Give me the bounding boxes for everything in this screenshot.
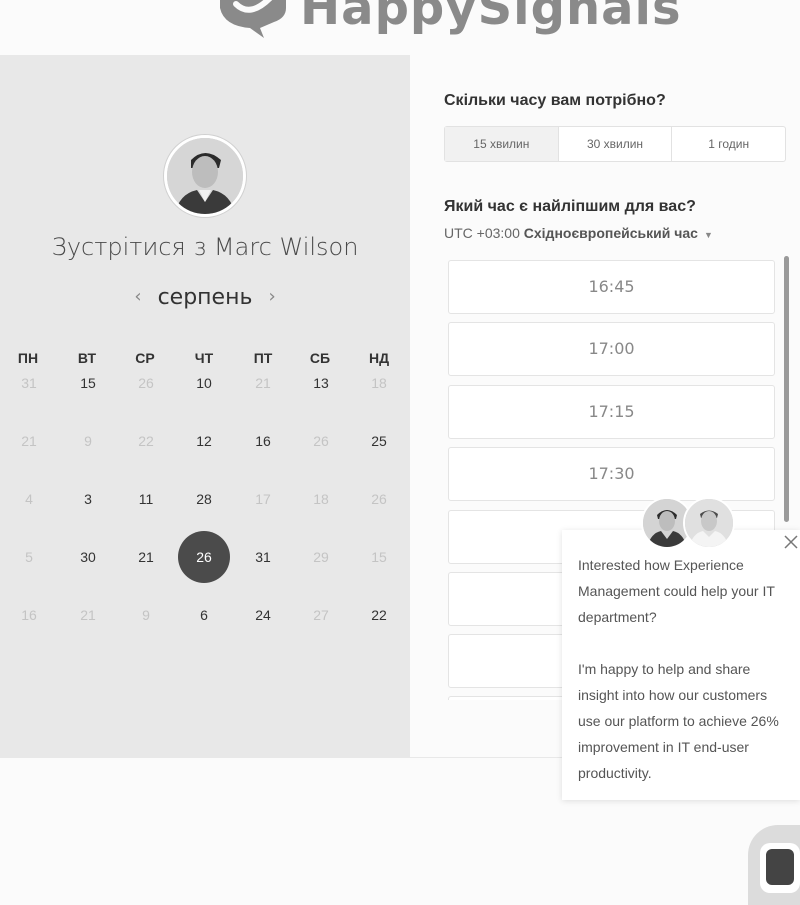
- caret-down-icon: ▼: [703, 230, 713, 240]
- calendar-day: 16: [21, 607, 37, 623]
- calendar-day: 4: [25, 491, 33, 507]
- duration-option-60[interactable]: 1 годин: [672, 127, 785, 161]
- timezone-offset: UTC +03:00: [444, 225, 520, 241]
- calendar-day[interactable]: 30: [62, 531, 114, 583]
- host-avatar: [164, 135, 246, 217]
- calendar-day: 29: [313, 549, 329, 565]
- popup-paragraph-1: Interested how Experience Management cou…: [578, 557, 775, 625]
- calendar-day: 18: [313, 491, 329, 507]
- calendar-day: 9: [84, 433, 92, 449]
- calendar-day[interactable]: 25: [353, 415, 405, 467]
- calendar-day[interactable]: 16: [237, 415, 289, 467]
- chat-launcher-button[interactable]: [748, 825, 800, 905]
- month-navigator: ‹ серпень ›: [0, 285, 410, 310]
- time-slot[interactable]: 17:00: [448, 322, 775, 376]
- time-heading: Який час є найліпшим для вас?: [444, 198, 696, 215]
- chat-icon: [760, 843, 800, 893]
- duration-selector: 15 хвилин 30 хвилин 1 годин: [444, 126, 786, 162]
- calendar-day: 9: [142, 607, 150, 623]
- time-slot[interactable]: 17:30: [448, 447, 775, 501]
- calendar-day[interactable]: 28: [178, 473, 230, 525]
- month-label: серпень: [157, 285, 253, 310]
- agent-avatar-2: [683, 497, 735, 549]
- calendar-day[interactable]: 24: [237, 589, 289, 641]
- calendar-day[interactable]: 13: [295, 357, 347, 409]
- next-month-button[interactable]: ›: [252, 286, 291, 307]
- calendar-day[interactable]: 11: [120, 473, 172, 525]
- calendar-day: 21: [80, 607, 96, 623]
- calendar-day: 22: [138, 433, 154, 449]
- timezone-name: Східноєвропейський час: [523, 225, 698, 241]
- calendar-day[interactable]: 12: [178, 415, 230, 467]
- calendar-day[interactable]: 21: [120, 531, 172, 583]
- calendar-day: 27: [313, 607, 329, 623]
- meeting-title: Зустрітися з Marc Wilson: [51, 233, 359, 261]
- calendar-day: 26: [371, 491, 387, 507]
- calendar-day[interactable]: 10: [178, 357, 230, 409]
- popup-message: Interested how Experience Management cou…: [578, 552, 793, 812]
- calendar-day: 18: [371, 375, 387, 391]
- calendar-day[interactable]: 22: [353, 589, 405, 641]
- prev-month-button[interactable]: ‹: [118, 286, 157, 307]
- speech-bubble-logo-icon: [220, 0, 286, 38]
- calendar-day: 5: [25, 549, 33, 565]
- brand-name: HappySignals: [300, 0, 682, 36]
- calendar-day: 17: [255, 491, 271, 507]
- calendar-day: 26: [313, 433, 329, 449]
- brand-logo: HappySignals: [0, 0, 800, 40]
- time-slot-scrollbar[interactable]: [784, 256, 789, 522]
- timezone-selector[interactable]: UTC +03:00 Східноєвропейський час ▼: [444, 225, 713, 241]
- calendar-day[interactable]: 31: [237, 531, 289, 583]
- duration-heading: Скільки часу вам потрібно?: [444, 92, 666, 109]
- calendar-day: 26: [138, 375, 154, 391]
- person-icon: [167, 138, 243, 214]
- popup-paragraph-2: I'm happy to help and share insight into…: [578, 661, 779, 781]
- calendar-day[interactable]: 6: [178, 589, 230, 641]
- person-icon: [685, 499, 733, 547]
- calendar-day[interactable]: 15: [62, 357, 114, 409]
- panel-divider: [410, 757, 565, 758]
- calendar-day: 31: [21, 375, 37, 391]
- close-icon[interactable]: [782, 533, 800, 551]
- calendar-day: 15: [371, 549, 387, 565]
- calendar-panel: Зустрітися з Marc Wilson ‹ серпень › ПН ВТ…: [0, 55, 410, 758]
- duration-option-15[interactable]: 15 хвилин: [445, 127, 559, 161]
- time-slot[interactable]: 17:15: [448, 385, 775, 439]
- calendar-day: 21: [21, 433, 37, 449]
- calendar-days-grid: 31 15 26 10 21 13 18 21 9 22 12 16 26 25 4 3 11 28 17 18 26 5…: [0, 373, 410, 693]
- calendar-day[interactable]: 3: [62, 473, 114, 525]
- chat-popup: Interested how Experience Management cou…: [562, 530, 800, 800]
- duration-option-30[interactable]: 30 хвилин: [559, 127, 673, 161]
- time-slot[interactable]: 16:45: [448, 260, 775, 314]
- calendar-day: 21: [255, 375, 271, 391]
- selected-day[interactable]: 26: [178, 531, 230, 583]
